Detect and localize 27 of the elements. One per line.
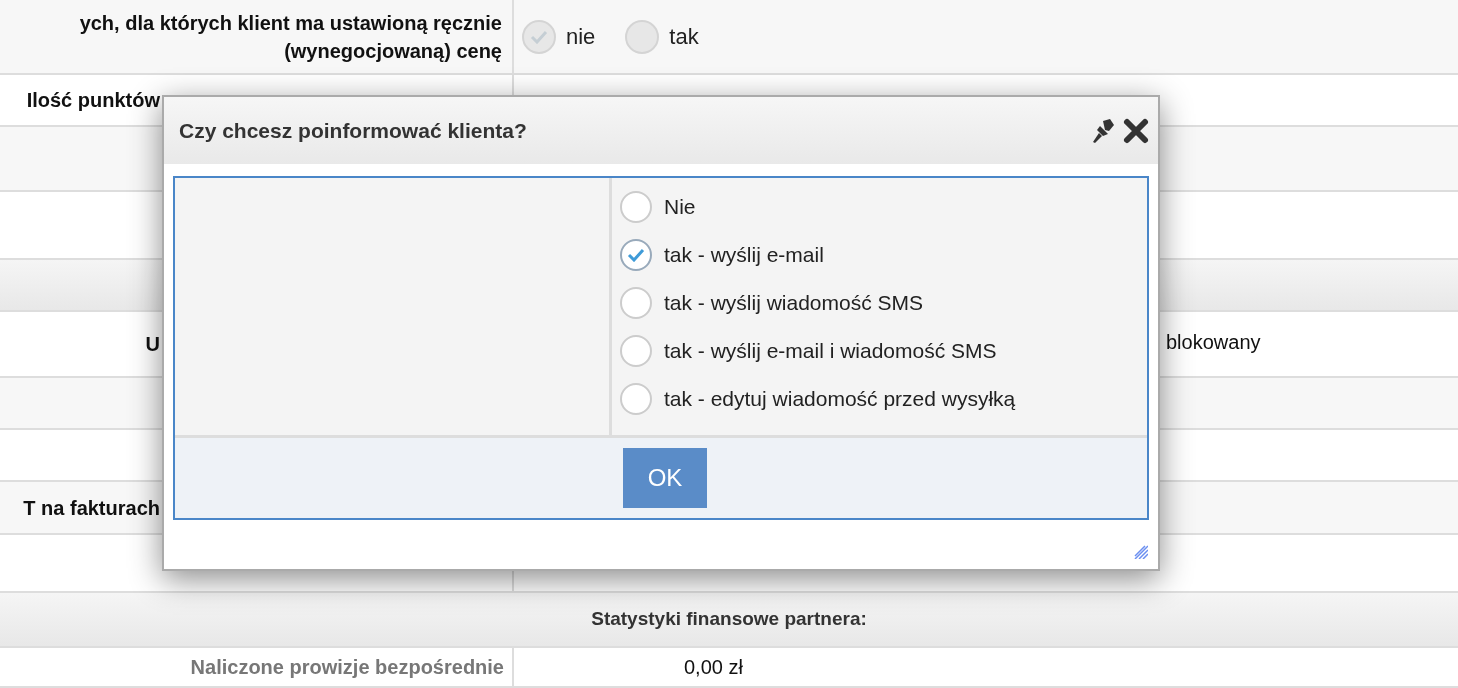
field-label: T na fakturach [23, 495, 160, 521]
check-icon [627, 248, 645, 262]
dialog-title: Czy chcesz poinformować klienta? [179, 117, 527, 144]
radio-label: Nie [664, 194, 696, 221]
field-value: blokowany [1166, 330, 1261, 355]
radio-button[interactable] [620, 383, 652, 415]
radio-label: tak - wyślij wiadomość SMS [664, 290, 924, 317]
radio-button[interactable] [620, 287, 652, 319]
check-icon [530, 29, 548, 44]
radio-label: tak - edytuj wiadomość przed wysyłką [664, 386, 1016, 413]
pin-icon[interactable] [1090, 116, 1116, 145]
resize-grip-icon[interactable] [1133, 544, 1148, 559]
ok-button[interactable]: OK [623, 448, 707, 508]
radio-button[interactable] [620, 191, 652, 223]
radio-label: tak [669, 23, 699, 51]
radio-button[interactable] [620, 335, 652, 367]
field-label: Naliczone prowizje bezpośrednie [190, 655, 504, 680]
radio-label: nie [566, 23, 596, 51]
section-title: Statystyki finansowe partnera: [591, 607, 867, 632]
field-label: Ilość punktów [26, 88, 160, 113]
field-label: U [145, 332, 160, 357]
close-icon[interactable] [1122, 116, 1150, 145]
radio-label: tak - wyślij e-mail i wiadomość SMS [664, 338, 997, 365]
field-value: 0,00 zł [684, 655, 743, 680]
radio-button[interactable] [620, 239, 652, 271]
field-label: ych, dla których klient ma ustawioną ręcznie (wynegocjowaną) cenę [78, 10, 502, 64]
radio-label: tak - wyślij e-mail [664, 242, 824, 269]
